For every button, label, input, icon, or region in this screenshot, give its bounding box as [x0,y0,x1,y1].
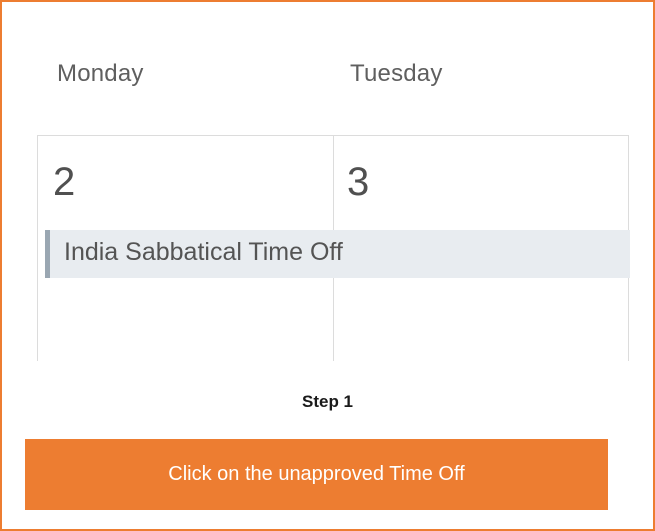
day-header-monday: Monday [57,60,144,87]
time-off-event-label: India Sabbatical Time Off [64,238,343,266]
instruction-callout: Click on the unapproved Time Off [25,439,608,510]
day-header-tuesday: Tuesday [350,60,443,87]
calendar-grid-divider [37,135,38,361]
event-status-marker [45,230,50,278]
date-cell-tuesday-number[interactable]: 3 [347,160,369,205]
time-off-event[interactable]: India Sabbatical Time Off [45,230,630,278]
date-cell-monday-number[interactable]: 2 [53,160,75,205]
step-label: Step 1 [301,392,354,411]
